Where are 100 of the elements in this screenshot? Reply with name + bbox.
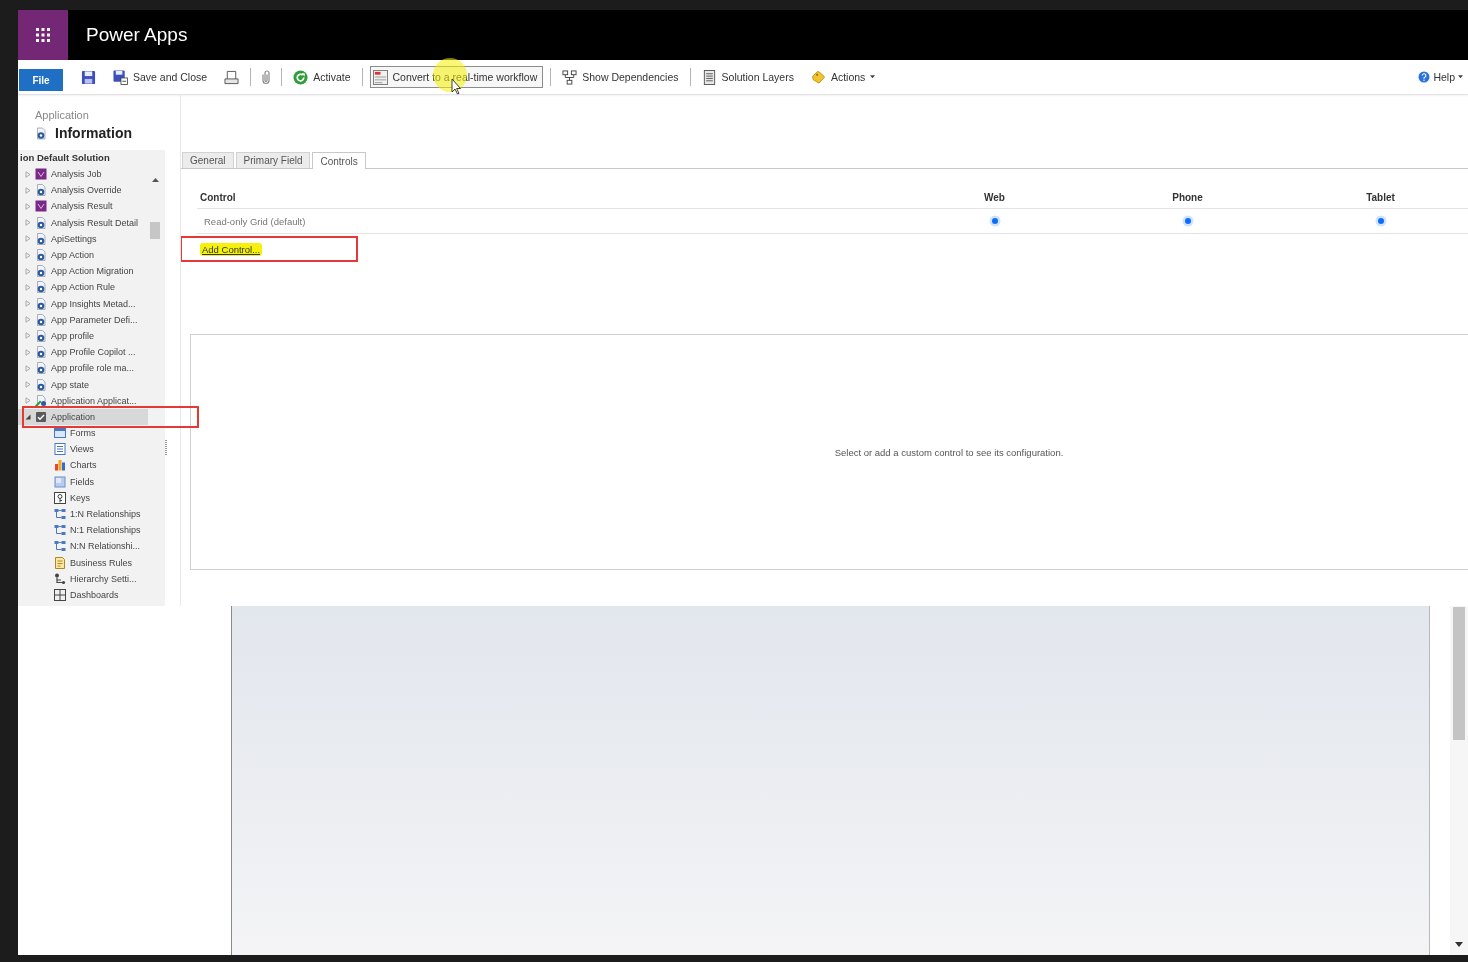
tree-item[interactable]: Dashboards xyxy=(18,586,148,604)
app-title: Power Apps xyxy=(86,24,188,46)
entity-icon xyxy=(35,297,47,310)
tree-item[interactable]: Business Rules xyxy=(18,554,148,571)
tree-item[interactable]: Analysis Result Detail xyxy=(18,214,148,231)
expand-triangle-icon[interactable] xyxy=(25,316,31,324)
waffle-icon xyxy=(36,28,50,42)
expand-triangle-icon[interactable] xyxy=(25,267,31,275)
tree-item[interactable]: App Action Migration xyxy=(18,263,148,280)
tree-item[interactable]: N:1 Relationships xyxy=(18,522,148,539)
configuration-message: Select or add a custom control to see its configuration. xyxy=(834,446,1064,458)
radio-button[interactable] xyxy=(1181,215,1194,227)
entity-icon xyxy=(35,265,47,278)
actions-button[interactable]: Actions xyxy=(806,66,880,88)
tree-item[interactable]: Analysis Job xyxy=(18,166,148,183)
expand-triangle-icon[interactable] xyxy=(25,381,31,389)
tree-item[interactable]: App profile xyxy=(18,327,148,345)
add-control-link[interactable]: Add Control... xyxy=(200,242,263,256)
tag-icon xyxy=(810,69,826,85)
entity-icon xyxy=(35,362,47,375)
printer-icon xyxy=(224,69,240,85)
paperclip-icon xyxy=(262,69,271,85)
expand-triangle-icon[interactable] xyxy=(25,251,31,259)
solution-layers-button[interactable]: Solution Layers xyxy=(697,66,798,88)
table-cell: Read-only Grid (default) xyxy=(204,215,306,227)
custom-entity-icon xyxy=(35,168,47,181)
expand-triangle-icon[interactable] xyxy=(25,364,31,372)
expand-triangle-icon[interactable] xyxy=(25,283,31,291)
expand-triangle-icon[interactable] xyxy=(25,348,31,356)
tab[interactable]: General xyxy=(182,152,234,168)
tree-item[interactable]: Application Applicat... xyxy=(18,392,148,409)
expand-triangle-icon[interactable] xyxy=(25,300,31,308)
expand-triangle-icon[interactable] xyxy=(25,202,31,210)
tree-item[interactable]: ApiSettings xyxy=(18,230,148,247)
custom-entity-icon xyxy=(35,200,47,213)
column-header: Control xyxy=(200,191,236,203)
expand-triangle-icon[interactable] xyxy=(25,186,31,194)
form-title: Information xyxy=(55,125,132,141)
tree-item[interactable]: Views xyxy=(18,441,148,458)
help-icon xyxy=(1418,71,1431,83)
scroll-up-arrow-icon[interactable] xyxy=(151,178,159,182)
tree-item[interactable]: App state xyxy=(18,376,148,393)
bar-chart-icon xyxy=(54,459,66,472)
radio-button[interactable] xyxy=(988,215,1001,227)
tree-item[interactable]: Analysis Result xyxy=(18,198,148,215)
tree-item[interactable]: Analysis Override xyxy=(18,182,148,199)
tree-item[interactable]: Hierarchy Setti... xyxy=(18,570,148,587)
hierarchy-icon xyxy=(54,572,66,585)
tree-item[interactable]: App Action xyxy=(18,246,148,264)
tree-item[interactable]: App Profile Copilot ... xyxy=(18,344,148,361)
tree-item[interactable]: Fields xyxy=(18,473,148,490)
activate-button[interactable]: Activate xyxy=(289,66,355,88)
entity-icon xyxy=(35,281,47,294)
entity-icon xyxy=(35,346,47,359)
diagram-icon xyxy=(562,69,578,85)
tree-item[interactable]: App Parameter Defi... xyxy=(18,311,148,328)
key-icon xyxy=(54,491,66,504)
scrollbar[interactable] xyxy=(1450,606,1468,955)
scroll-down-arrow-icon[interactable] xyxy=(1455,942,1463,947)
relationship-icon xyxy=(54,508,66,521)
entity-icon xyxy=(35,329,47,342)
checked-box-icon xyxy=(35,410,47,423)
collapse-triangle-icon[interactable] xyxy=(25,413,31,421)
tab[interactable]: Controls xyxy=(312,152,366,169)
tree-item[interactable]: Charts xyxy=(18,457,148,474)
view-icon xyxy=(54,443,66,456)
linked-entity-icon xyxy=(35,394,47,407)
scrollbar-thumb[interactable] xyxy=(150,222,160,239)
tree-item[interactable]: N:N Relationshi... xyxy=(18,538,148,555)
tree-item[interactable]: Keys xyxy=(18,489,148,506)
help-button[interactable]: Help xyxy=(1414,66,1467,88)
tree-item[interactable]: 1:N Relationships xyxy=(18,505,148,523)
column-header: Phone xyxy=(1172,191,1203,203)
scrollbar-thumb[interactable] xyxy=(1453,607,1465,740)
expand-triangle-icon[interactable] xyxy=(25,397,31,405)
radio-button[interactable] xyxy=(1374,215,1387,227)
entity-icon xyxy=(35,216,47,229)
solution-name: ion Default Solution xyxy=(19,151,110,164)
entity-icon xyxy=(35,126,47,140)
tree-item[interactable]: App Insights Metad... xyxy=(18,295,148,312)
app-launcher-button[interactable] xyxy=(18,10,68,60)
tree-item[interactable]: Application xyxy=(18,408,148,425)
expand-triangle-icon[interactable] xyxy=(25,219,31,227)
expand-triangle-icon[interactable] xyxy=(25,332,31,340)
tree-item[interactable]: App profile role ma... xyxy=(18,360,148,377)
save-and-close-button[interactable]: Save and Close xyxy=(109,66,212,88)
column-header: Tablet xyxy=(1366,191,1395,203)
list-document-icon xyxy=(701,69,717,85)
relationship-icon xyxy=(54,540,66,553)
caret-down-icon xyxy=(1458,75,1463,79)
tree-item[interactable]: Forms xyxy=(18,425,148,442)
file-button[interactable]: File xyxy=(19,69,63,91)
entity-icon xyxy=(35,249,47,262)
expand-triangle-icon[interactable] xyxy=(25,170,31,178)
tab[interactable]: Primary Field xyxy=(235,152,311,168)
expand-triangle-icon[interactable] xyxy=(25,235,31,243)
dependencies-button[interactable]: Show Dependencies xyxy=(558,66,683,88)
entity-icon xyxy=(35,184,47,197)
field-icon xyxy=(54,475,66,488)
tree-item[interactable]: App Action Rule xyxy=(18,279,148,296)
